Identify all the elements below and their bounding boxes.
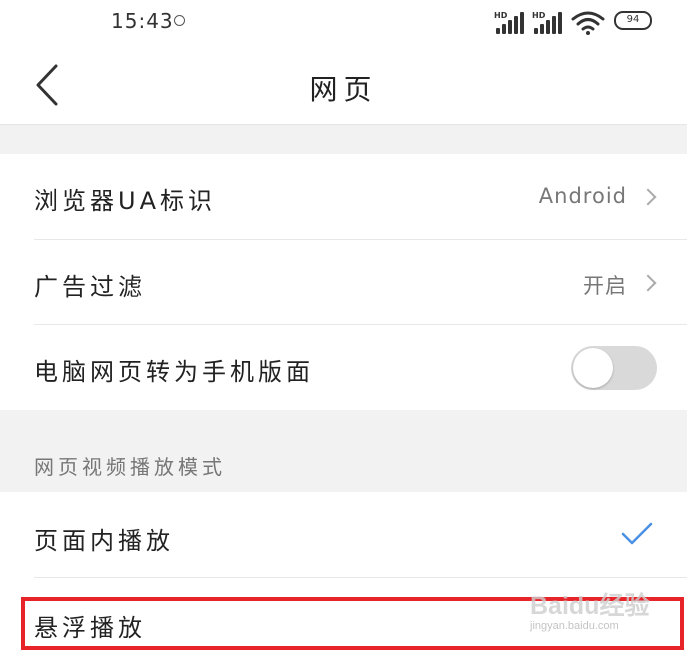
- ad-filter-row[interactable]: 广告过滤 开启: [0, 240, 687, 325]
- chevron-right-icon: [639, 274, 657, 292]
- desktop-to-mobile-toggle[interactable]: [571, 346, 657, 390]
- ad-filter-label: 广告过滤: [34, 273, 146, 301]
- watermark-url: jingyan.baidu.com: [530, 620, 619, 632]
- screen: 15:43 HD HD 94 网页 浏览器UA标识 Android 广告过滤 开…: [0, 0, 687, 654]
- signal-icon: HD: [494, 11, 526, 34]
- video-option-inline[interactable]: 页面内播放: [0, 492, 687, 578]
- page-title: 网页: [309, 73, 378, 106]
- ua-setting-label: 浏览器UA标识: [34, 187, 216, 215]
- wifi-icon: [571, 11, 605, 35]
- ua-setting-row[interactable]: 浏览器UA标识 Android: [0, 154, 687, 240]
- section-gap: [0, 125, 687, 154]
- battery-icon: 94: [614, 11, 652, 30]
- status-time: 15:43: [111, 9, 174, 33]
- video-section-title: 网页视频播放模式: [34, 455, 226, 479]
- ua-setting-value: Android: [538, 184, 627, 208]
- ad-filter-value: 开启: [583, 274, 627, 298]
- toggle-knob: [573, 348, 613, 388]
- video-option-label: 页面内播放: [34, 527, 174, 555]
- signal-icon-2: HD: [532, 11, 564, 34]
- watermark: Baidu经验 jingyan.baidu.com: [530, 586, 680, 646]
- desktop-to-mobile-label: 电脑网页转为手机版面: [34, 358, 314, 386]
- check-icon: [621, 522, 653, 545]
- battery-level: 94: [626, 14, 640, 25]
- desktop-to-mobile-row: 电脑网页转为手机版面: [0, 325, 687, 410]
- chevron-right-icon: [639, 188, 657, 206]
- watermark-brand: Baidu经验: [530, 592, 650, 620]
- alarm-icon: [174, 15, 185, 26]
- header: 网页: [0, 46, 687, 125]
- status-bar: 15:43 HD HD 94: [0, 0, 687, 46]
